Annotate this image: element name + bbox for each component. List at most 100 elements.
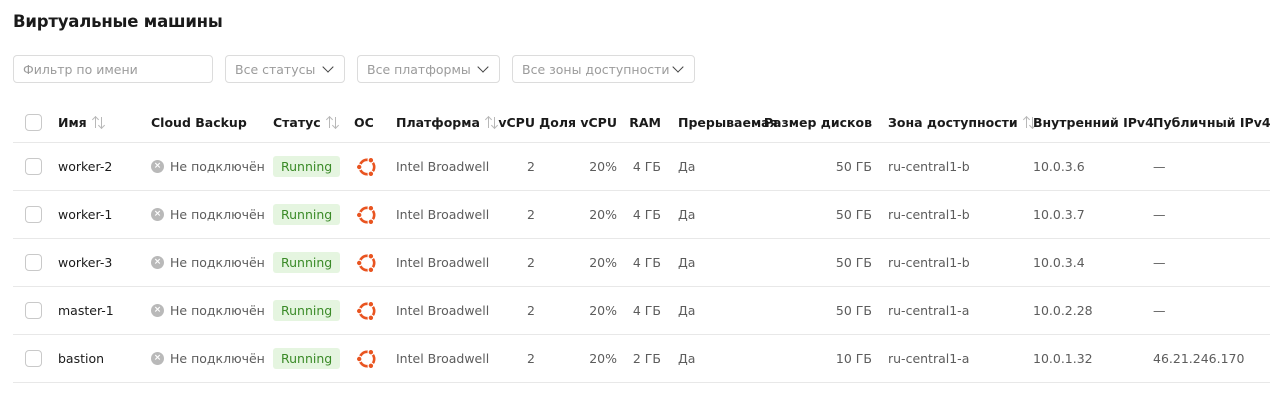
disk-size-value: 10 ГБ (835, 351, 872, 366)
backup-status: × Не подключён (151, 287, 265, 334)
disk-size-value: 50 ГБ (835, 159, 872, 174)
ubuntu-icon (355, 143, 379, 190)
preemptible-value: Да (678, 255, 696, 270)
status-badge: Running (273, 156, 341, 177)
zone-value: ru-central1-b (888, 255, 970, 270)
column-header-backup: Cloud Backup (151, 115, 247, 130)
row-checkbox[interactable] (25, 302, 42, 319)
backup-status-text: Не подключён (170, 303, 265, 318)
column-header-preemptible: Прерываемая (678, 115, 778, 130)
column-header-zone[interactable]: Зона доступности (888, 103, 1037, 142)
not-connected-icon: × (151, 256, 164, 269)
row-checkbox[interactable] (25, 254, 42, 271)
preemptible-value: Да (678, 303, 696, 318)
backup-status: × Не подключён (151, 335, 265, 382)
column-header-platform[interactable]: Платформа (396, 103, 499, 142)
vcpu-value: 2 (527, 159, 535, 174)
column-header-status[interactable]: Статус (273, 103, 340, 142)
ubuntu-icon (355, 191, 379, 238)
zone-filter-value: Все зоны доступности (522, 61, 670, 77)
column-header-name[interactable]: Имя (58, 103, 106, 142)
status-filter-select[interactable]: Все статусы (225, 55, 345, 83)
ram-value: 4 ГБ (632, 159, 661, 174)
table-header-row: Имя Cloud Backup Статус ОС Платформа vCP… (13, 103, 1270, 143)
vm-name-link[interactable]: bastion (58, 335, 104, 382)
sort-icon[interactable] (325, 115, 340, 129)
ipv4-public-value: — (1153, 303, 1166, 318)
name-filter-input[interactable]: Фильтр по имени (13, 55, 213, 83)
ipv4-internal-value: 10.0.3.6 (1033, 159, 1085, 174)
ipv4-internal-value: 10.0.2.28 (1033, 303, 1093, 318)
ipv4-public-value: — (1153, 207, 1166, 222)
status-badge: Running (273, 252, 341, 273)
vcpu-share-value: 20% (589, 159, 617, 174)
platform-filter-value: Все платформы (367, 61, 471, 77)
sort-icon[interactable] (91, 115, 106, 129)
vcpu-share-value: 20% (589, 255, 617, 270)
disk-size-value: 50 ГБ (835, 207, 872, 222)
column-header-os: ОС (354, 115, 374, 130)
zone-value: ru-central1-b (888, 207, 970, 222)
column-header-ram: RAM (629, 115, 661, 130)
backup-status-text: Не подключён (170, 351, 265, 366)
zone-value: ru-central1-a (888, 351, 970, 366)
column-header-vcpu: vCPU (498, 115, 535, 130)
ubuntu-icon (355, 287, 379, 334)
vm-name-link[interactable]: worker-3 (58, 239, 112, 286)
ipv4-public-value: 46.21.246.170 (1153, 351, 1245, 366)
table-body: worker-2 × Не подключён Running Intel Br… (13, 143, 1270, 383)
vm-name-link[interactable]: master-1 (58, 287, 114, 334)
ram-value: 4 ГБ (632, 303, 661, 318)
platform-value: Intel Broadwell (396, 159, 490, 174)
vcpu-share-value: 20% (589, 207, 617, 222)
platform-value: Intel Broadwell (396, 255, 490, 270)
platform-filter-select[interactable]: Все платформы (357, 55, 500, 83)
ipv4-public-value: — (1153, 159, 1166, 174)
disk-size-value: 50 ГБ (835, 303, 872, 318)
chevron-down-icon (322, 61, 334, 73)
backup-status: × Не подключён (151, 143, 265, 190)
row-checkbox[interactable] (25, 350, 42, 367)
not-connected-icon: × (151, 160, 164, 173)
row-checkbox[interactable] (25, 206, 42, 223)
vcpu-value: 2 (527, 303, 535, 318)
ram-value: 4 ГБ (632, 255, 661, 270)
backup-status: × Не подключён (151, 191, 265, 238)
table-row[interactable]: worker-3 × Не подключён Running Intel Br… (13, 239, 1270, 287)
vm-name-link[interactable]: worker-2 (58, 143, 112, 190)
table-row[interactable]: master-1 × Не подключён Running Intel Br… (13, 287, 1270, 335)
row-checkbox[interactable] (25, 158, 42, 175)
platform-value: Intel Broadwell (396, 351, 490, 366)
status-badge: Running (273, 300, 341, 321)
select-all-checkbox[interactable] (25, 114, 42, 131)
backup-status-text: Не подключён (170, 207, 265, 222)
vcpu-value: 2 (527, 351, 535, 366)
platform-value: Intel Broadwell (396, 207, 490, 222)
vm-name-link[interactable]: worker-1 (58, 191, 112, 238)
ubuntu-icon (355, 239, 379, 286)
table-row[interactable]: bastion × Не подключён Running Intel Bro… (13, 335, 1270, 383)
status-badge: Running (273, 204, 341, 225)
preemptible-value: Да (678, 207, 696, 222)
preemptible-value: Да (678, 159, 696, 174)
disk-size-value: 50 ГБ (835, 255, 872, 270)
platform-value: Intel Broadwell (396, 303, 490, 318)
ram-value: 2 ГБ (632, 351, 661, 366)
status-filter-value: Все статусы (235, 61, 316, 77)
not-connected-icon: × (151, 352, 164, 365)
column-header-disk: Размер дисков (763, 115, 872, 130)
table-row[interactable]: worker-2 × Не подключён Running Intel Br… (13, 143, 1270, 191)
chevron-down-icon (477, 61, 489, 73)
backup-status-text: Не подключён (170, 255, 265, 270)
not-connected-icon: × (151, 208, 164, 221)
ubuntu-icon (355, 335, 379, 382)
zone-filter-select[interactable]: Все зоны доступности (512, 55, 695, 83)
not-connected-icon: × (151, 304, 164, 317)
column-header-vcpu-share: Доля vCPU (539, 115, 617, 130)
column-header-ipv4-public: Публичный IPv4 (1153, 115, 1270, 130)
table-row[interactable]: worker-1 × Не подключён Running Intel Br… (13, 191, 1270, 239)
page-title: Виртуальные машины (13, 12, 223, 31)
backup-status: × Не подключён (151, 239, 265, 286)
zone-value: ru-central1-b (888, 159, 970, 174)
ram-value: 4 ГБ (632, 207, 661, 222)
